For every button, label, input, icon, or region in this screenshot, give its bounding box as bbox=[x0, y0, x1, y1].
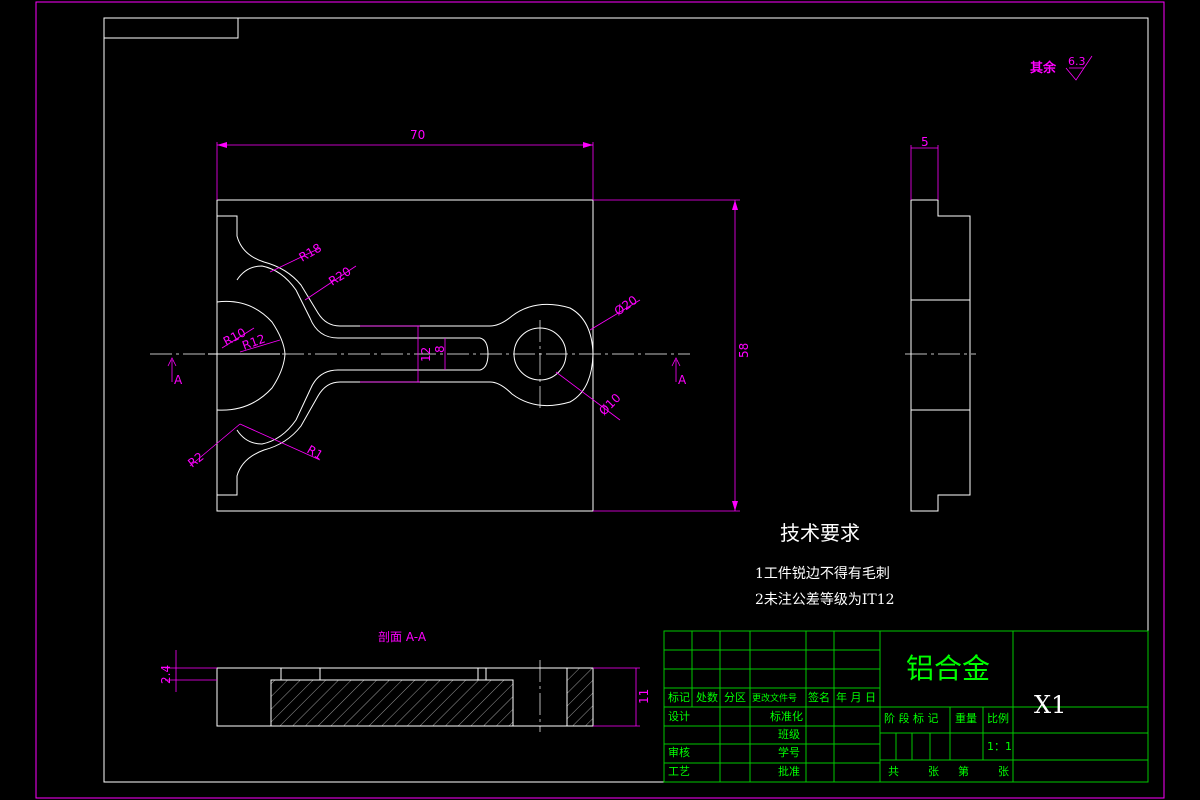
header-count: 处数 bbox=[696, 691, 718, 704]
section-mark-left: A bbox=[174, 373, 183, 387]
header-sign: 签名 bbox=[808, 690, 830, 704]
label-weight: 重量 bbox=[955, 711, 977, 725]
inner-frame bbox=[103, 17, 1149, 783]
dim-r20: R20 bbox=[326, 264, 353, 288]
label-sheets: 张 bbox=[928, 765, 939, 778]
label-stage: 阶 段 标 记 bbox=[884, 711, 939, 725]
dim-dia20: Ø20 bbox=[612, 293, 640, 319]
roughness-value: 6.3 bbox=[1068, 55, 1086, 68]
roughness-label: 其余 bbox=[1030, 60, 1057, 76]
scale-value: 1：1 bbox=[987, 740, 1012, 753]
label-review: 审核 bbox=[668, 745, 690, 759]
drawing-number: X1 bbox=[1034, 691, 1066, 719]
dim-70: 70 bbox=[410, 128, 425, 142]
hub-inner-arc bbox=[216, 300, 286, 411]
tech-line-2: 2未注公差等级为IT12 bbox=[755, 591, 895, 608]
dim-58: 58 bbox=[737, 343, 751, 358]
label-student-no: 学号 bbox=[778, 745, 800, 759]
label-sheet-unit: 张 bbox=[998, 765, 1009, 778]
pocket-outline bbox=[217, 215, 594, 496]
tech-title: 技术要求 bbox=[780, 521, 860, 545]
dim-r2: R2 bbox=[185, 449, 206, 470]
label-class: 班级 bbox=[778, 728, 800, 741]
cad-drawing: 其余 6.3 70 58 12 8 R18 R20 R10 R12 R2 R1 … bbox=[35, 1, 1165, 799]
header-date: 年 月 日 bbox=[836, 690, 876, 704]
header-zone: 分区 bbox=[724, 691, 746, 704]
header-mark: 标记 bbox=[668, 690, 690, 704]
section-mark-right: A bbox=[678, 373, 687, 387]
rib-outline bbox=[236, 265, 489, 445]
front-view: 70 58 12 8 R18 R20 R10 R12 R2 R1 Ø20 Ø10… bbox=[150, 128, 751, 512]
material-name: 铝合金 bbox=[906, 652, 990, 685]
dim-r1: R1 bbox=[305, 442, 326, 462]
tech-requirements: 技术要求 1工件锐边不得有毛刺 2未注公差等级为IT12 bbox=[755, 521, 895, 608]
section-hatch-right bbox=[566, 667, 594, 727]
tech-line-1: 1工件锐边不得有毛刺 bbox=[755, 565, 890, 582]
section-title: 剖面 A-A bbox=[378, 630, 427, 644]
corner-box bbox=[103, 17, 239, 39]
roughness-symbol: 其余 6.3 bbox=[1030, 55, 1093, 81]
section-hatch-main bbox=[270, 679, 514, 727]
label-approve: 批准 bbox=[778, 764, 800, 778]
outer-frame bbox=[35, 1, 1165, 799]
dim-2-4: 2.4 bbox=[159, 665, 173, 684]
title-block: 铝合金 X1 标记 处数 分区 更改文件号 签名 年 月 日 设计 标准化 班级… bbox=[663, 630, 1149, 783]
dim-5: 5 bbox=[921, 135, 929, 149]
label-design: 设计 bbox=[668, 710, 690, 723]
side-outline bbox=[910, 199, 971, 512]
side-view: 5 bbox=[905, 135, 976, 512]
dim-12: 12 bbox=[419, 347, 433, 362]
dim-dia10: Ø10 bbox=[596, 391, 623, 418]
plate-outline bbox=[216, 199, 594, 512]
section-view: 剖面 A-A 2.4 11 bbox=[159, 630, 651, 732]
dim-r18: R18 bbox=[297, 241, 324, 265]
label-scale: 比例 bbox=[987, 711, 1009, 725]
label-standardize: 标准化 bbox=[770, 709, 803, 723]
label-sheet-no: 第 bbox=[958, 764, 969, 778]
dim-8: 8 bbox=[433, 345, 447, 353]
label-process: 工艺 bbox=[668, 765, 690, 778]
label-total: 共 bbox=[888, 765, 899, 778]
header-change-doc: 更改文件号 bbox=[752, 692, 797, 704]
dim-11: 11 bbox=[637, 689, 651, 704]
